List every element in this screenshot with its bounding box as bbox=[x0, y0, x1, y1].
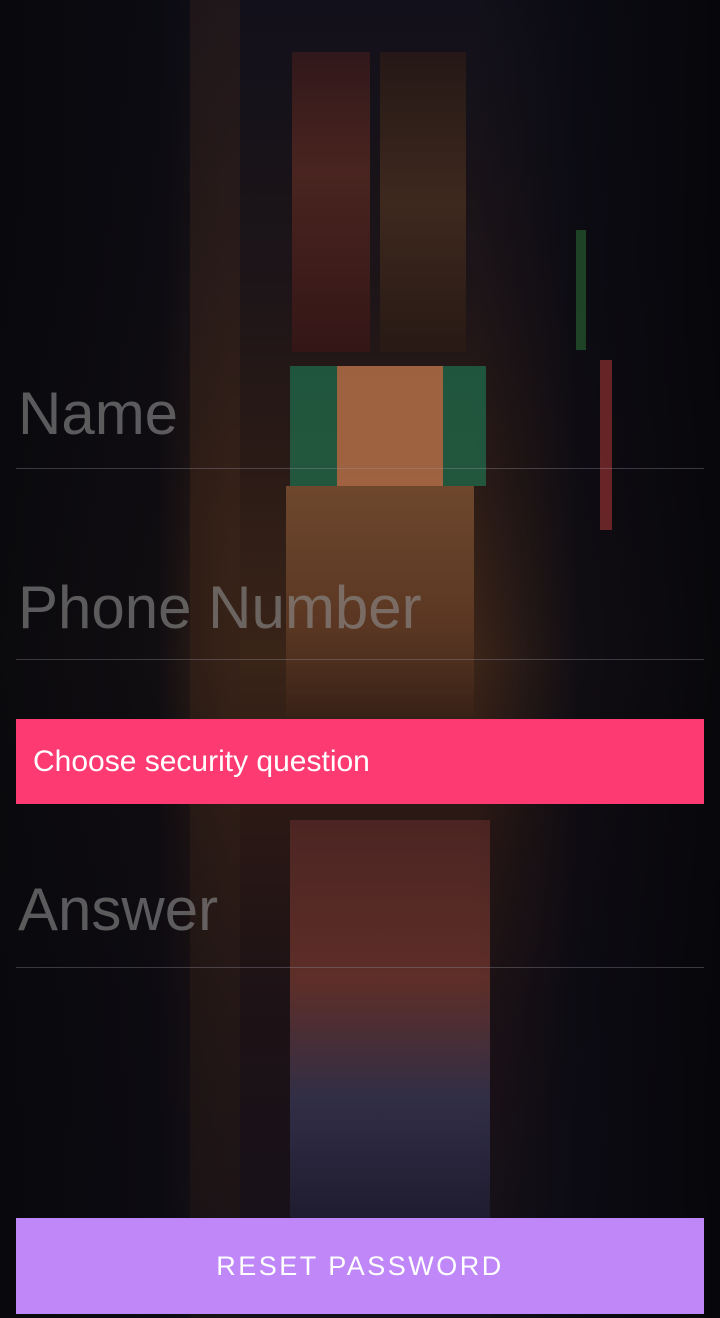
phone-number-placeholder: Phone Number bbox=[18, 574, 422, 641]
reset-password-screen: Name Phone Number Answer Choose security… bbox=[0, 0, 720, 1318]
name-placeholder: Name bbox=[18, 380, 179, 447]
bg-poster bbox=[292, 52, 370, 352]
answer-placeholder: Answer bbox=[18, 876, 219, 943]
security-question-selector[interactable]: Choose security question bbox=[16, 719, 704, 804]
answer-field[interactable]: Answer bbox=[16, 842, 704, 968]
security-question-label: Choose security question bbox=[33, 744, 370, 778]
reset-password-label: RESET PASSWORD bbox=[216, 1250, 504, 1281]
reset-password-button[interactable]: RESET PASSWORD bbox=[16, 1218, 704, 1314]
phone-number-field[interactable]: Phone Number bbox=[16, 532, 704, 660]
name-field[interactable]: Name bbox=[16, 340, 704, 469]
bg-neon-light bbox=[576, 230, 586, 350]
bg-poster bbox=[380, 52, 466, 352]
